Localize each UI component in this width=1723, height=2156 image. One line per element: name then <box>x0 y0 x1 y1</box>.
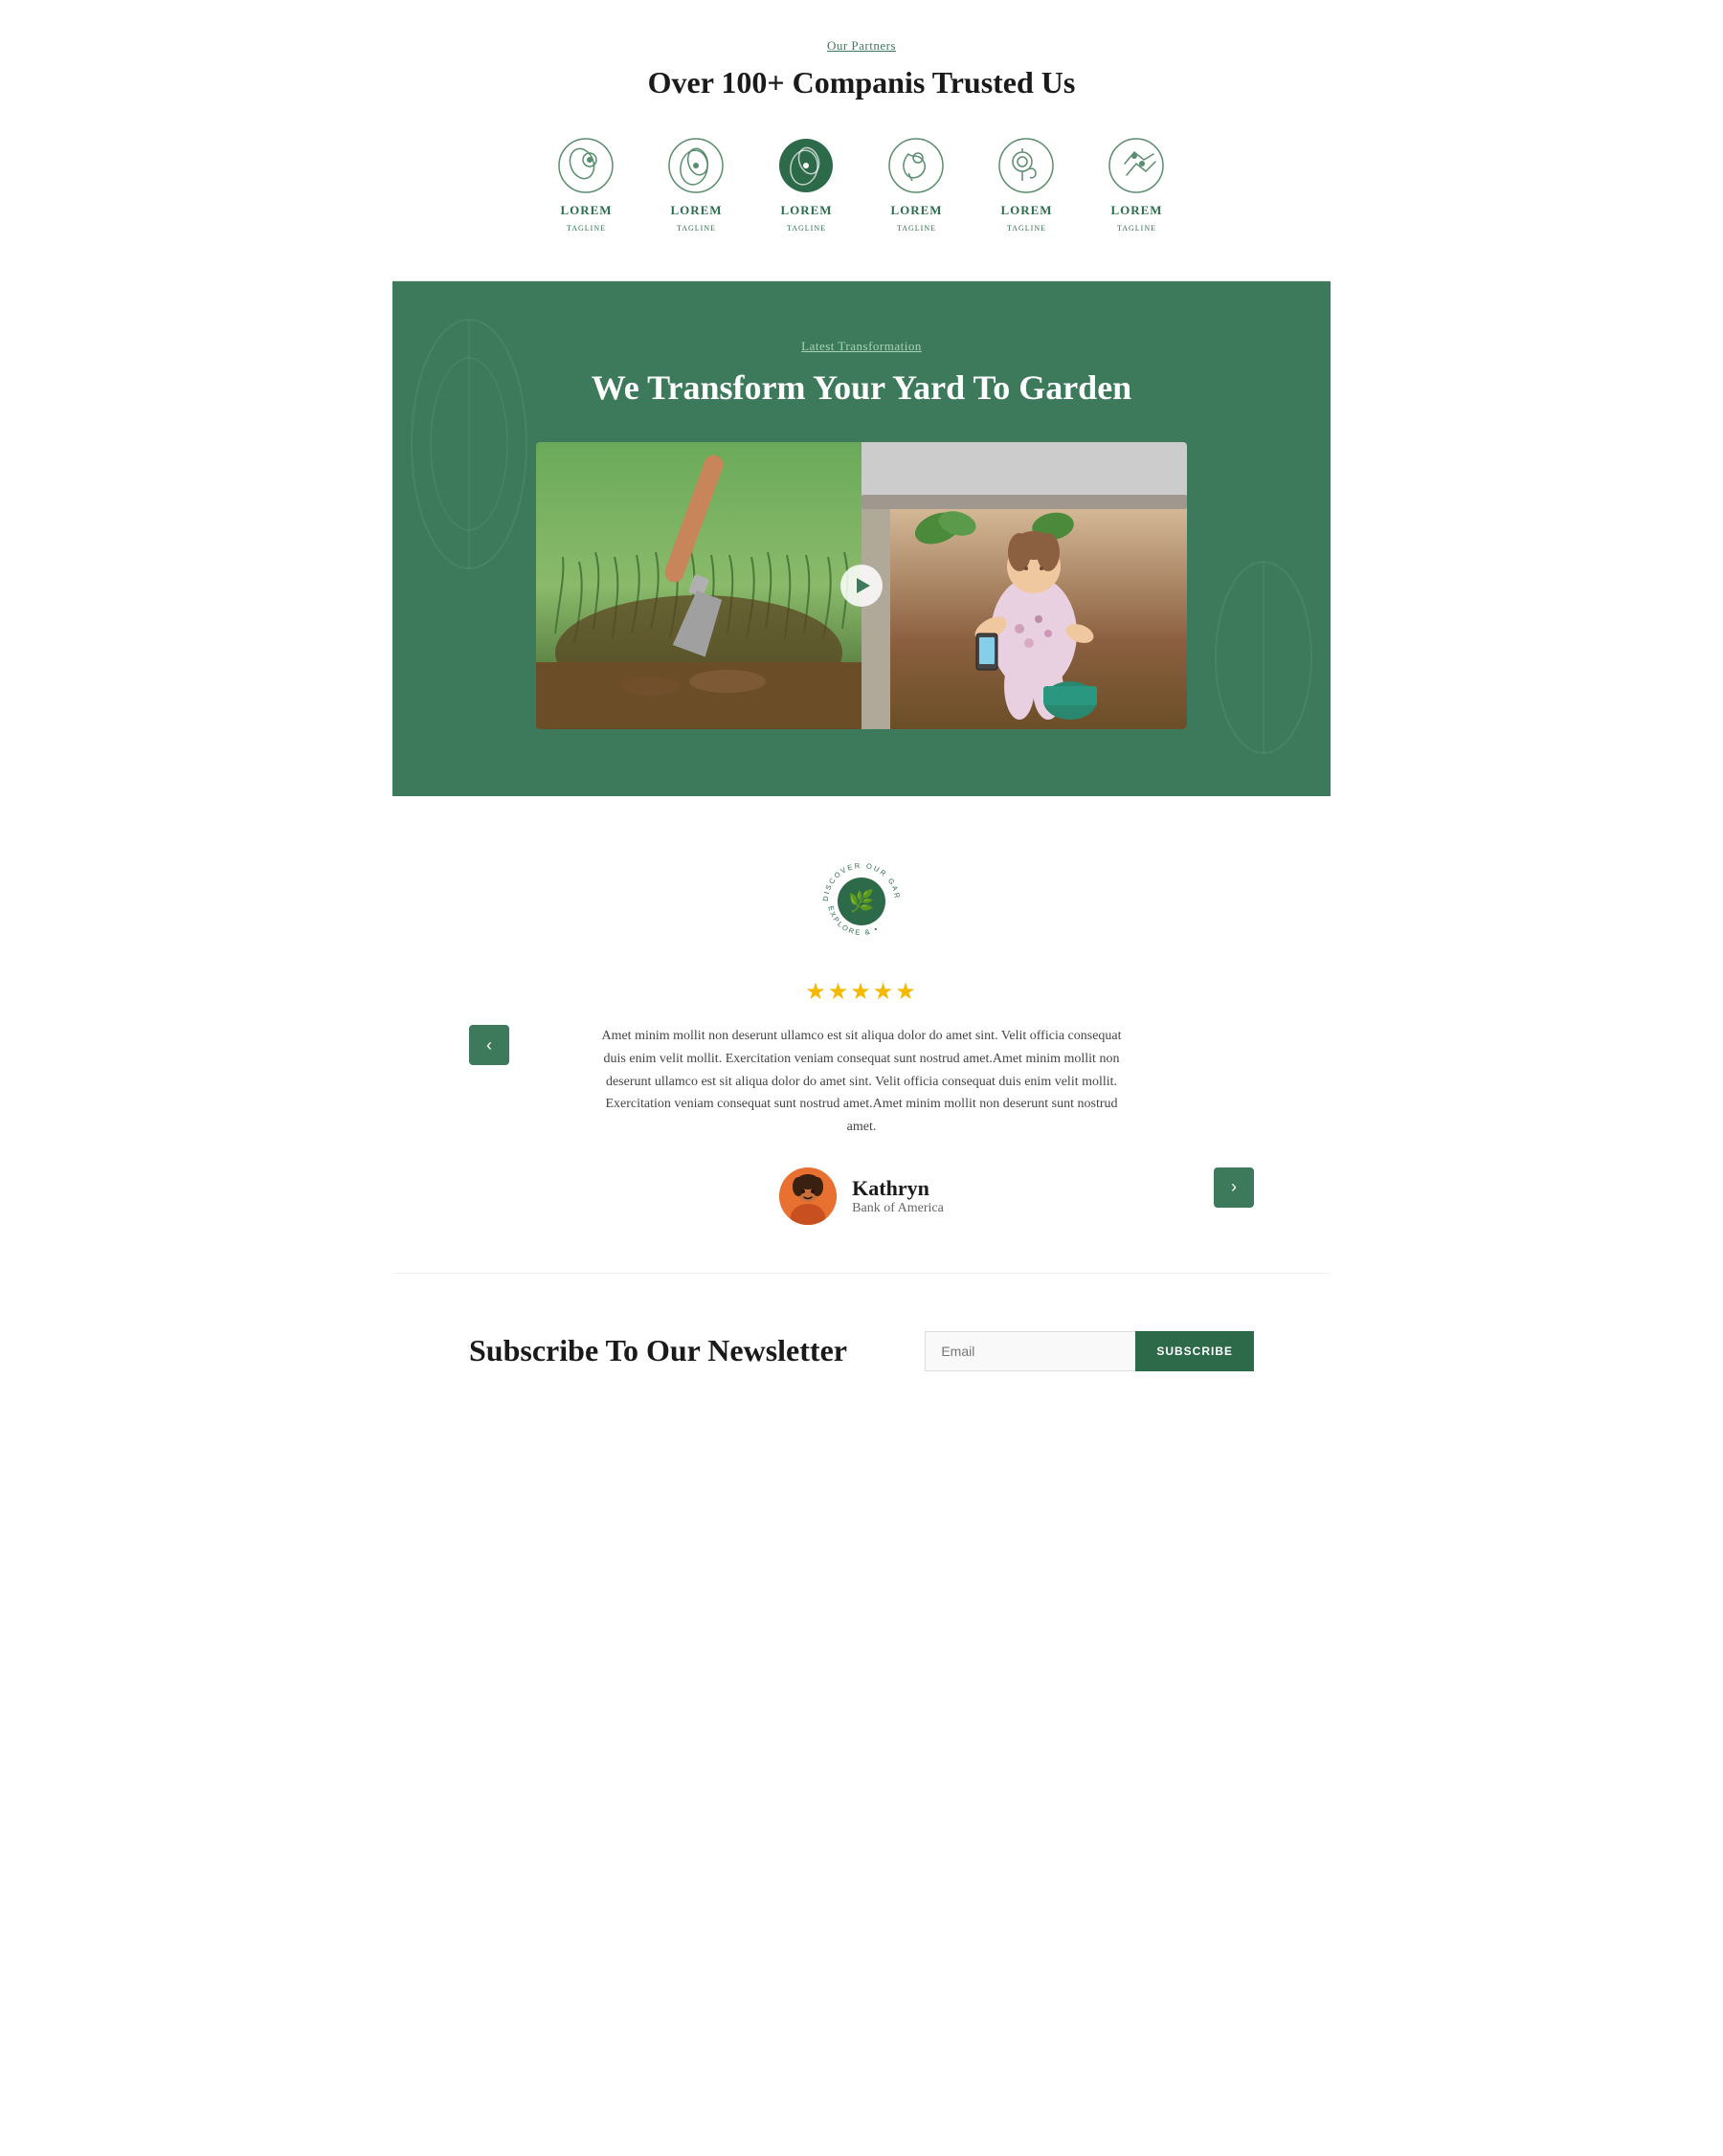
author-name: Kathryn <box>852 1176 944 1201</box>
newsletter-title: Subscribe To Our Newsletter <box>469 1333 847 1368</box>
chevron-right-icon: › <box>1231 1177 1237 1197</box>
partner-icon-6 <box>1106 135 1168 197</box>
author-details: Kathryn Bank of America <box>852 1176 944 1216</box>
newsletter-form: SUBSCRIBE <box>925 1331 1254 1371</box>
stars-rating: ★★★★★ <box>469 978 1254 1006</box>
play-button[interactable] <box>840 565 883 607</box>
partner-name-2: LOREM <box>670 203 722 218</box>
testimonial-section: DISCOVER OUR GARDEN • SINCE 1997. EXPLOR… <box>392 796 1331 1273</box>
transformation-images <box>469 442 1254 729</box>
before-image <box>536 442 862 729</box>
partner-logo-4: LOREM TAGLINE <box>885 135 948 233</box>
partner-name-6: LOREM <box>1110 203 1162 218</box>
badge-inner: 🌿 <box>838 878 885 925</box>
subscribe-label: SUBSCRIBE <box>1156 1345 1233 1358</box>
leaf-icon: 🌿 <box>848 889 874 914</box>
newsletter-section: Subscribe To Our Newsletter SUBSCRIBE <box>392 1273 1331 1438</box>
partner-logo-6: LOREM TAGLINE <box>1106 135 1168 233</box>
partner-tagline-1: TAGLINE <box>567 224 606 233</box>
partners-label: Our Partners <box>450 38 1273 54</box>
partner-icon-4 <box>885 135 948 197</box>
partner-tagline-6: TAGLINE <box>1117 224 1156 233</box>
partner-logo-2: LOREM TAGLINE <box>665 135 727 233</box>
partner-icon-2 <box>665 135 727 197</box>
partner-tagline-3: TAGLINE <box>787 224 826 233</box>
partners-logos-container: LOREM TAGLINE LOREM TAGLINE LOREM TAGL <box>450 135 1273 233</box>
partner-logo-3: LOREM TAGLINE <box>775 135 838 233</box>
partner-tagline-5: TAGLINE <box>1007 224 1046 233</box>
author-info: Kathryn Bank of America <box>469 1167 1254 1225</box>
partners-title: Over 100+ Companis Trusted Us <box>450 65 1273 100</box>
partner-tagline-2: TAGLINE <box>677 224 716 233</box>
testimonial-text: Amet minim mollit non deserunt ullamco e… <box>593 1025 1130 1139</box>
garden-shovel-image <box>536 442 862 729</box>
author-avatar <box>779 1167 837 1225</box>
partner-tagline-4: TAGLINE <box>897 224 936 233</box>
partner-icon-1 <box>555 135 617 197</box>
partner-name-5: LOREM <box>1000 203 1052 218</box>
partners-section: Our Partners Over 100+ Companis Trusted … <box>392 0 1331 280</box>
testimonial-content-wrapper: ‹ Amet minim mollit non deserunt ullamco… <box>469 1025 1254 1139</box>
badge-outer: DISCOVER OUR GARDEN • SINCE 1997. EXPLOR… <box>814 854 909 949</box>
partner-name-1: LOREM <box>560 203 612 218</box>
partner-icon-5 <box>996 135 1058 197</box>
partner-name-3: LOREM <box>780 203 832 218</box>
child-garden-image <box>862 442 1187 729</box>
discover-badge: DISCOVER OUR GARDEN • SINCE 1997. EXPLOR… <box>469 854 1254 949</box>
testimonial-next-button[interactable]: › <box>1214 1167 1254 1208</box>
transformation-label: Latest Transformation <box>469 339 1254 354</box>
partner-logo-5: LOREM TAGLINE <box>996 135 1058 233</box>
transformation-title: We Transform Your Yard To Garden <box>469 367 1254 408</box>
transformation-section: Latest Transformation We Transform Your … <box>392 281 1331 796</box>
newsletter-subscribe-button[interactable]: SUBSCRIBE <box>1135 1331 1254 1371</box>
testimonial-prev-button[interactable]: ‹ <box>469 1025 509 1065</box>
partner-name-4: LOREM <box>890 203 942 218</box>
after-image <box>862 442 1187 729</box>
play-icon <box>857 578 870 593</box>
partner-icon-3 <box>775 135 838 197</box>
avatar-image <box>779 1167 837 1225</box>
author-company: Bank of America <box>852 1201 944 1216</box>
partner-logo-1: LOREM TAGLINE <box>555 135 617 233</box>
newsletter-email-input[interactable] <box>925 1331 1135 1371</box>
chevron-left-icon: ‹ <box>486 1035 492 1056</box>
